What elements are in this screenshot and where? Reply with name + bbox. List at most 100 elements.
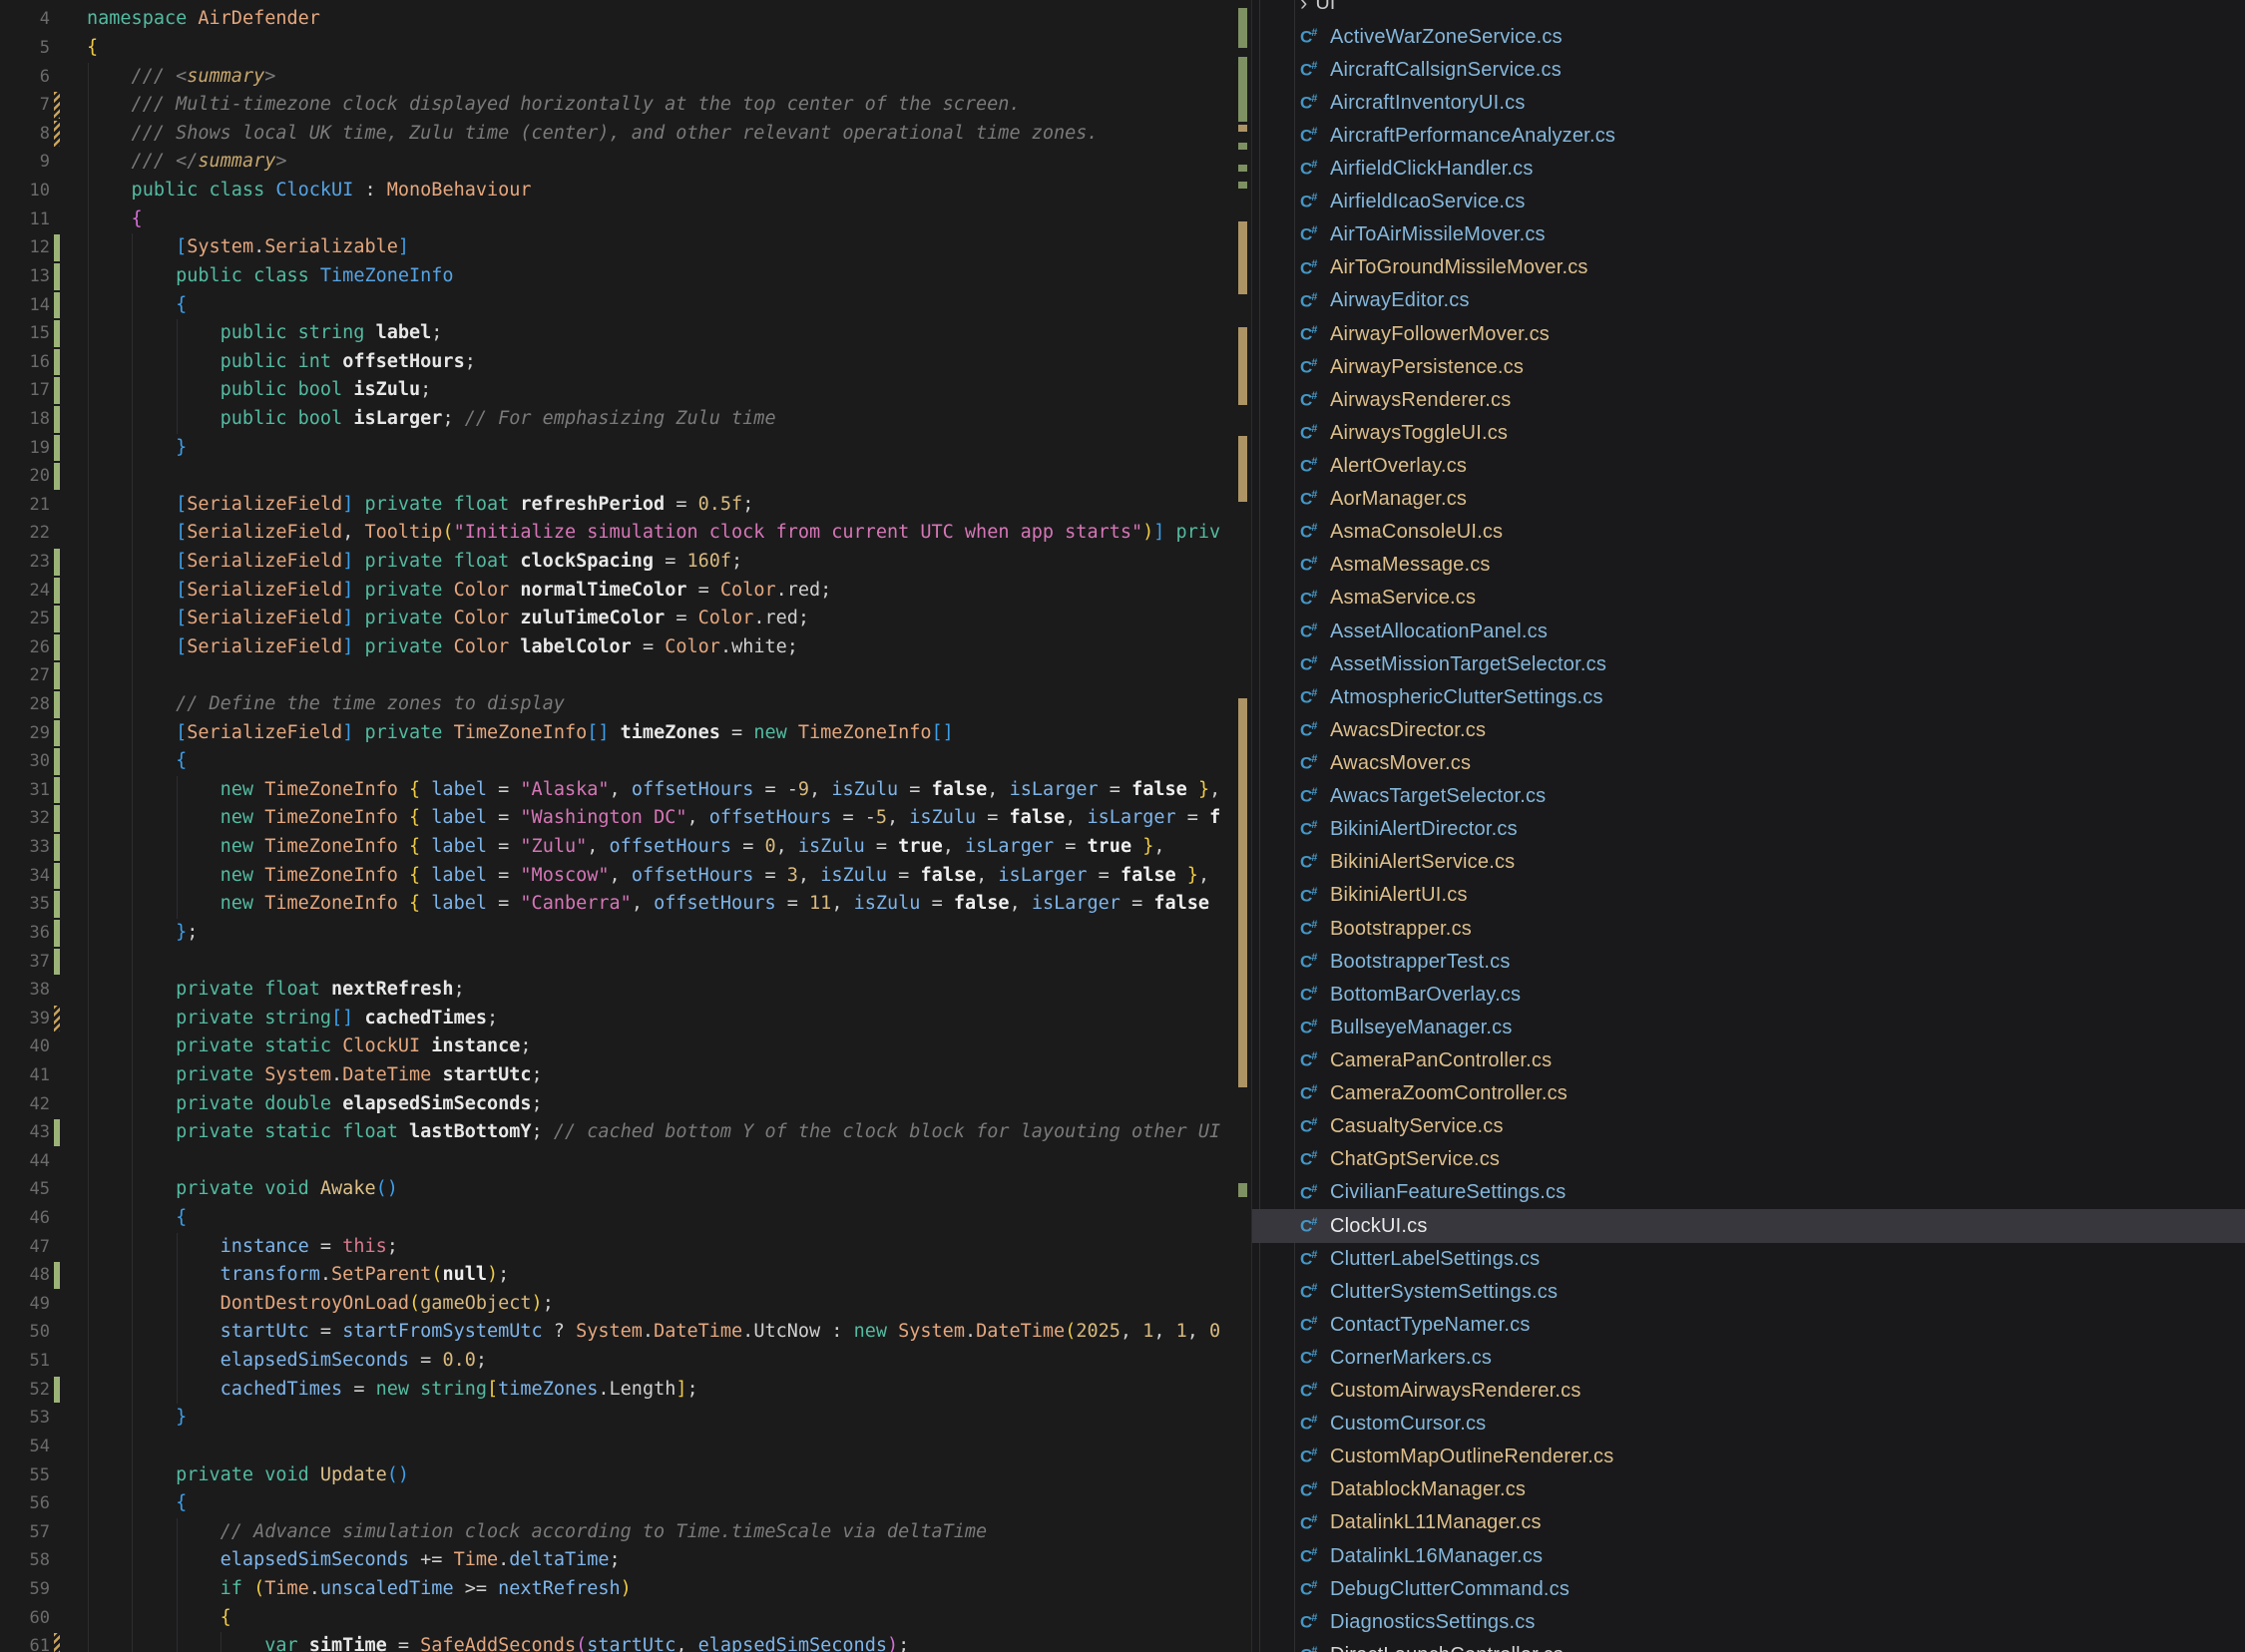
code-line[interactable]: 47 instance = this; [0,1233,1249,1262]
file-row[interactable]: C#AorManager.cs [1252,483,2245,516]
file-row[interactable]: C#AircraftInventoryUI.cs [1252,87,2245,120]
code-line[interactable]: 37 [0,948,1249,977]
file-row[interactable]: C#Bootstrapper.cs [1252,912,2245,945]
editor-scrollbar[interactable] [1238,0,1247,1652]
code-line[interactable]: 54 [0,1433,1249,1461]
file-row[interactable]: C#ChatGptService.cs [1252,1143,2245,1176]
code-line[interactable]: 10 public class ClockUI : MonoBehaviour [0,177,1249,206]
code-line[interactable]: 28 // Define the time zones to display [0,690,1249,719]
code-line[interactable]: 9 /// </summary> [0,148,1249,177]
code-line[interactable]: 46 { [0,1204,1249,1233]
file-row[interactable]: C#AirfieldClickHandler.cs [1252,153,2245,186]
file-row[interactable]: C#BikiniAlertDirector.cs [1252,813,2245,846]
code-line[interactable]: 34 new TimeZoneInfo { label = "Moscow", … [0,862,1249,891]
code-line[interactable]: 52 cachedTimes = new string[timeZones.Le… [0,1376,1249,1405]
file-row[interactable]: C#BullseyeManager.cs [1252,1012,2245,1044]
code-line[interactable]: 40 private static ClockUI instance; [0,1032,1249,1061]
code-line[interactable]: 14 { [0,291,1249,320]
code-line[interactable]: 12 [System.Serializable] [0,233,1249,262]
code-line[interactable]: 4namespace AirDefender [0,5,1249,34]
code-line[interactable]: 13 public class TimeZoneInfo [0,262,1249,291]
file-row[interactable]: C#ClutterLabelSettings.cs [1252,1243,2245,1276]
file-row[interactable]: C#DiagnosticsSettings.cs [1252,1606,2245,1639]
file-row[interactable]: C#CameraPanController.cs [1252,1044,2245,1077]
file-row[interactable]: C#DatalinkL11Manager.cs [1252,1506,2245,1539]
code-line[interactable]: 19 } [0,434,1249,463]
file-row[interactable]: C#AsmaService.cs [1252,582,2245,615]
code-line[interactable]: 41 private System.DateTime startUtc; [0,1061,1249,1090]
file-row[interactable]: C#BikiniAlertUI.cs [1252,879,2245,912]
file-row[interactable]: C#CornerMarkers.cs [1252,1342,2245,1375]
file-row[interactable]: C#CustomCursor.cs [1252,1408,2245,1441]
code-line[interactable]: 45 private void Awake() [0,1175,1249,1204]
file-row[interactable]: C#CivilianFeatureSettings.cs [1252,1176,2245,1209]
file-row[interactable]: C#DirectLaunchController.cs [1252,1639,2245,1652]
code-line[interactable]: 18 public bool isLarger; // For emphasiz… [0,405,1249,434]
file-row[interactable]: C#AtmosphericClutterSettings.cs [1252,681,2245,714]
code-line[interactable]: 58 elapsedSimSeconds += Time.deltaTime; [0,1546,1249,1575]
file-row[interactable]: C#AwacsMover.cs [1252,747,2245,780]
code-line[interactable]: 39 private string[] cachedTimes; [0,1005,1249,1033]
file-row[interactable]: C#AircraftCallsignService.cs [1252,54,2245,87]
file-row[interactable]: C#AirfieldIcaoService.cs [1252,186,2245,218]
code-line[interactable]: 57 // Advance simulation clock according… [0,1518,1249,1547]
code-line[interactable]: 60 { [0,1604,1249,1633]
file-row[interactable]: C#ContactTypeNamer.cs [1252,1309,2245,1342]
file-row[interactable]: C#CasualtyService.cs [1252,1110,2245,1143]
file-row[interactable]: C#DatalinkL16Manager.cs [1252,1540,2245,1573]
code-line[interactable]: 26 [SerializeField] private Color labelC… [0,633,1249,662]
code-line[interactable]: 49 DontDestroyOnLoad(gameObject); [0,1290,1249,1319]
file-row[interactable]: C#AssetAllocationPanel.cs [1252,615,2245,647]
file-row[interactable]: C#AirwaysToggleUI.cs [1252,417,2245,450]
code-line[interactable]: 16 public int offsetHours; [0,348,1249,377]
file-row[interactable]: C#AwacsTargetSelector.cs [1252,780,2245,813]
file-row[interactable]: C#AirwayPersistence.cs [1252,351,2245,384]
code-line[interactable]: 20 [0,462,1249,491]
code-line[interactable]: 48 transform.SetParent(null); [0,1261,1249,1290]
code-line[interactable]: 22 [SerializeField, Tooltip("Initialize … [0,519,1249,548]
file-row[interactable]: C#CameraZoomController.cs [1252,1077,2245,1110]
code-line[interactable]: 56 { [0,1489,1249,1518]
code-line[interactable]: 25 [SerializeField] private Color zuluTi… [0,605,1249,633]
file-row[interactable]: C#CustomAirwaysRenderer.cs [1252,1375,2245,1408]
code-line[interactable]: 43 private static float lastBottomY; // … [0,1118,1249,1147]
code-line[interactable]: 61 var simTime = SafeAddSeconds(startUtc… [0,1632,1249,1652]
code-line[interactable]: 38 private float nextRefresh; [0,976,1249,1005]
file-row[interactable]: C#AsmaConsoleUI.cs [1252,516,2245,549]
code-line[interactable]: 15 public string label; [0,319,1249,348]
code-line[interactable]: 29 [SerializeField] private TimeZoneInfo… [0,719,1249,748]
code-line[interactable]: 11 { [0,206,1249,234]
file-row[interactable]: C#AlertOverlay.cs [1252,450,2245,483]
file-row[interactable]: C#DatablockManager.cs [1252,1473,2245,1506]
code-line[interactable]: 31 new TimeZoneInfo { label = "Alaska", … [0,776,1249,805]
file-row[interactable]: C#BootstrapperTest.cs [1252,946,2245,979]
file-row[interactable]: C#ClutterSystemSettings.cs [1252,1276,2245,1309]
code-editor[interactable]: 34namespace AirDefender5{6 /// <summary>… [0,0,1251,1652]
code-line[interactable]: 51 elapsedSimSeconds = 0.0; [0,1347,1249,1376]
code-line[interactable]: 32 new TimeZoneInfo { label = "Washingto… [0,804,1249,833]
file-row[interactable]: C#AirwayFollowerMover.cs [1252,318,2245,351]
file-row[interactable]: C#ClockUI.cs [1252,1209,2245,1242]
code-line[interactable]: 24 [SerializeField] private Color normal… [0,577,1249,606]
file-row[interactable]: C#AssetMissionTargetSelector.cs [1252,648,2245,681]
file-row[interactable]: C#AirToAirMissileMover.cs [1252,218,2245,251]
code-line[interactable]: 55 private void Update() [0,1461,1249,1490]
code-line[interactable]: 8 /// Shows local UK time, Zulu time (ce… [0,120,1249,149]
code-line[interactable]: 59 if (Time.unscaledTime >= nextRefresh) [0,1575,1249,1604]
file-row[interactable]: C#BottomBarOverlay.cs [1252,979,2245,1012]
code-line[interactable]: 7 /// Multi-timezone clock displayed hor… [0,91,1249,120]
file-row[interactable]: C#AirwayEditor.cs [1252,284,2245,317]
code-line[interactable]: 42 private double elapsedSimSeconds; [0,1090,1249,1119]
code-line[interactable]: 53 } [0,1404,1249,1433]
code-line[interactable]: 5{ [0,34,1249,63]
file-row[interactable]: C#AwacsDirector.cs [1252,714,2245,747]
code-line[interactable]: 35 new TimeZoneInfo { label = "Canberra"… [0,890,1249,919]
code-line[interactable]: 6 /// <summary> [0,63,1249,92]
file-row[interactable]: C#AirwaysRenderer.cs [1252,384,2245,417]
code-line[interactable]: 21 [SerializeField] private float refres… [0,491,1249,520]
code-line[interactable]: 50 startUtc = startFromSystemUtc ? Syste… [0,1318,1249,1347]
file-row[interactable]: C#AircraftPerformanceAnalyzer.cs [1252,120,2245,153]
file-row[interactable]: C#CustomMapOutlineRenderer.cs [1252,1441,2245,1473]
code-line[interactable]: 23 [SerializeField] private float clockS… [0,548,1249,577]
file-row[interactable]: C#AirToGroundMissileMover.cs [1252,251,2245,284]
